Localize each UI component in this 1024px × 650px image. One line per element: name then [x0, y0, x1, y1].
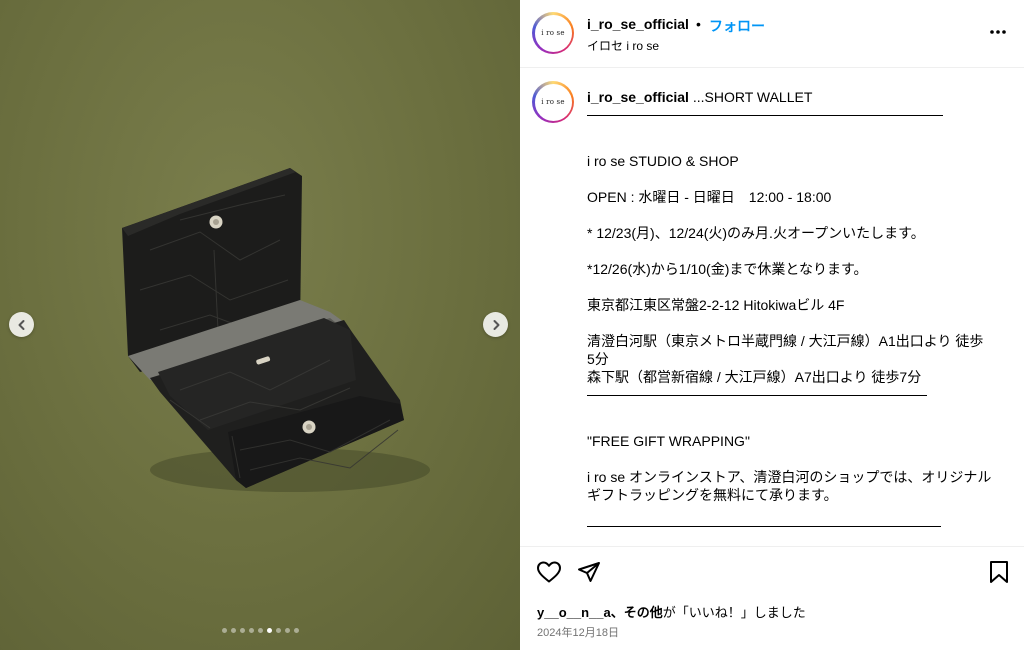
caption-first-line: i_ro_se_official ...SHORT WALLET — [587, 88, 1007, 106]
display-name: イロセ i ro se — [587, 39, 660, 53]
slide-dot — [221, 628, 227, 633]
heart-icon[interactable] — [536, 560, 562, 584]
previous-slide-button[interactable] — [9, 312, 34, 337]
slide-dot-active — [266, 628, 272, 633]
likes-suffix: が「いいね！」しました — [662, 605, 806, 620]
caption-title: ...SHORT WALLET — [688, 89, 813, 105]
caption-access-1: 清澄白河駅（東京メトロ半蔵門線 / 大江戸線）A1出口より 徒歩 — [587, 333, 984, 349]
post-date: 2024年12月18日 — [537, 627, 619, 639]
post-caption: i ro se i_ro_se_official ...SHORT WALLET… — [520, 69, 1024, 545]
slide-dot — [239, 628, 245, 633]
slide-dot — [275, 628, 281, 633]
post-actions: y__o__n__a、その他が「いいね！」しました 2024年12月18日 — [520, 546, 1024, 650]
slide-dot — [284, 628, 290, 633]
post-media[interactable] — [0, 0, 520, 650]
avatar[interactable]: i ro se — [532, 12, 574, 54]
follow-button[interactable]: フォロー — [709, 16, 765, 36]
likes-others-link[interactable]: 、その他 — [611, 605, 663, 620]
caption-address: 東京都江東区常盤2-2-12 Hitokiwaビル 4F — [587, 297, 845, 313]
caption-note-2: *12/26(水)から1/10(金)まで休業となります。 — [587, 261, 868, 277]
avatar-inner: i ro se — [534, 83, 572, 121]
avatar-inner: i ro se — [534, 14, 572, 52]
caption-access-2: 森下駅（都営新宿線 / 大江戸線）A7出口より 徒歩7分 — [587, 369, 922, 385]
caption-text: i_ro_se_official ...SHORT WALLET i ro se… — [587, 88, 1007, 527]
bookmark-icon[interactable] — [988, 560, 1010, 584]
post-side-panel: i ro se i_ro_se_official • フォロー イロセ i ro… — [520, 0, 1024, 650]
slide-dot — [257, 628, 263, 633]
post-header: i ro se i_ro_se_official • フォロー イロセ i ro… — [520, 0, 1024, 68]
username-link[interactable]: i_ro_se_official — [587, 16, 689, 32]
more-options-icon[interactable] — [988, 22, 1008, 42]
caption-avatar[interactable]: i ro se — [532, 81, 574, 123]
caption-access-1-cont: 5分 — [587, 351, 609, 367]
caption-note-1: * 12/23(月)、12/24(火)のみ月.火オープンいたします。 — [587, 225, 925, 241]
slide-dot — [230, 628, 236, 633]
slide-dot — [293, 628, 299, 633]
caption-gift-body-2: ギフトラッピングを無料にて承ります。 — [587, 487, 838, 503]
avatar-logo-text: i ro se — [541, 29, 565, 37]
caption-gift-title: "FREE GIFT WRAPPING" — [587, 433, 750, 449]
caption-username[interactable]: i_ro_se_official — [587, 89, 689, 105]
avatar-logo-text: i ro se — [541, 98, 565, 106]
next-slide-button[interactable] — [483, 312, 508, 337]
caption-open-hours: OPEN : 水曜日 - 日曜日 12:00 - 18:00 — [587, 189, 832, 205]
chevron-right-icon — [493, 319, 499, 330]
likes-user-link[interactable]: y__o__n__a — [537, 605, 611, 620]
slide-indicator — [0, 628, 520, 633]
likes-summary: y__o__n__a、その他が「いいね！」しました — [537, 602, 806, 621]
slide-dot — [248, 628, 254, 633]
divider-rule — [587, 526, 941, 527]
chevron-left-icon — [18, 319, 24, 330]
wallet-photo — [122, 168, 430, 492]
paper-plane-icon[interactable] — [577, 560, 601, 584]
separator-dot: • — [696, 16, 701, 32]
caption-studio: i ro se STUDIO & SHOP — [587, 153, 739, 169]
caption-gift-body-1: i ro se オンラインストア、清澄白河のショップでは、オリジナル — [587, 469, 992, 485]
